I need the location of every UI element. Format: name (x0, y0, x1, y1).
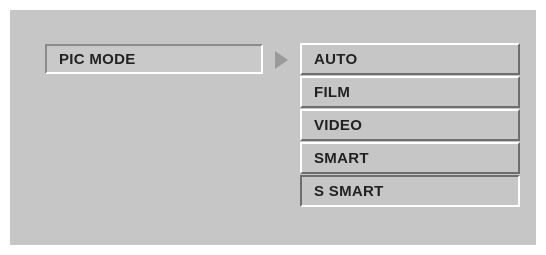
option-smart[interactable]: SMART (300, 142, 520, 174)
option-auto[interactable]: AUTO (300, 43, 520, 75)
option-video[interactable]: VIDEO (300, 109, 520, 141)
option-s-smart[interactable]: S SMART (300, 175, 520, 207)
osd-panel: PIC MODE AUTO FILM VIDEO SMART S SMART (10, 10, 536, 245)
triangle-right-icon (275, 51, 288, 69)
pic-mode-label: PIC MODE (45, 44, 263, 74)
pic-mode-options-menu: AUTO FILM VIDEO SMART S SMART (300, 43, 520, 208)
option-film[interactable]: FILM (300, 76, 520, 108)
